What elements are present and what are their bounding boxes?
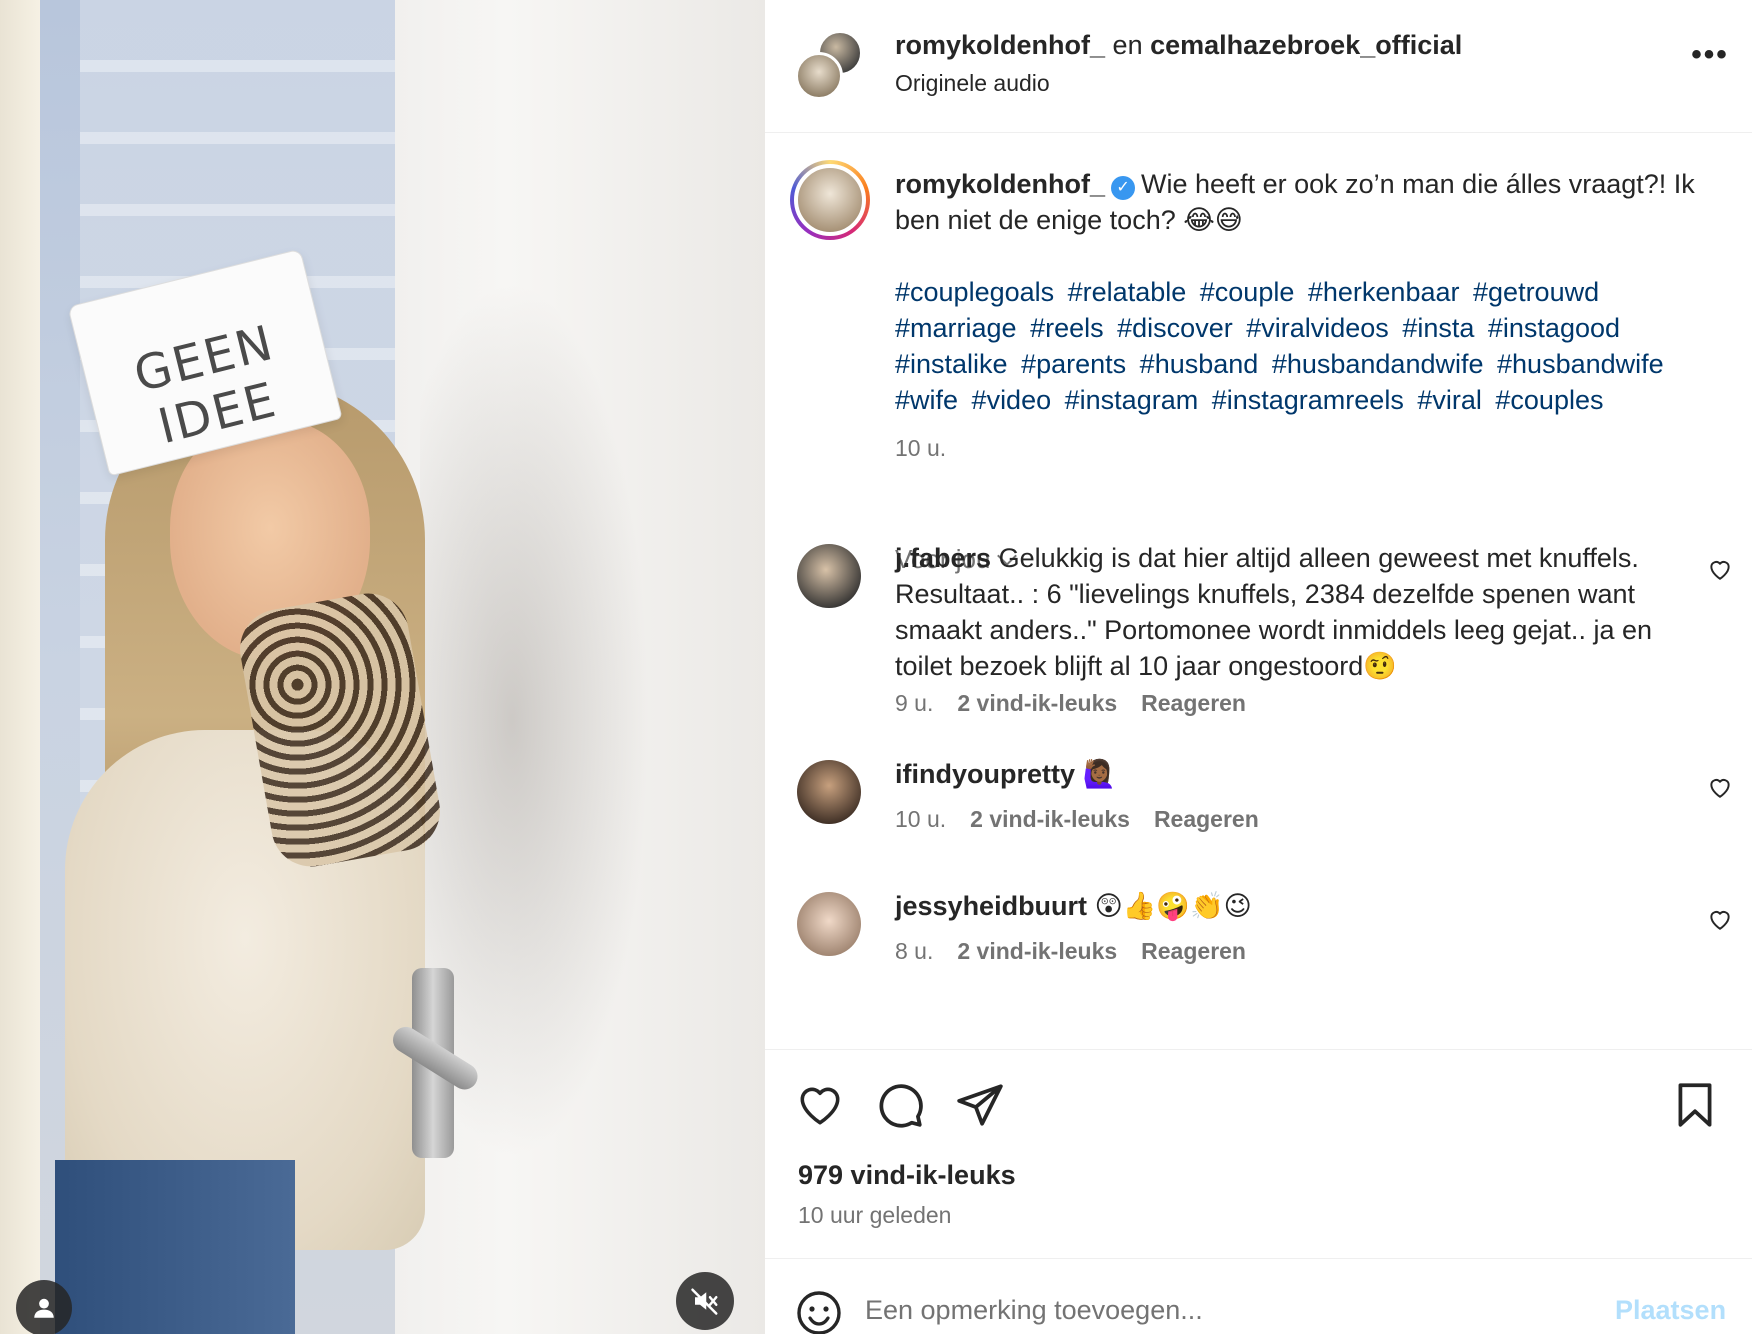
avatar (795, 52, 843, 100)
hashtag-link[interactable]: #couples (1495, 385, 1603, 415)
comment-likes[interactable]: 2 vind-ik-leuks (970, 806, 1130, 833)
post-actions: 979 vind-ik-leuks 10 uur geleden (765, 1049, 1752, 1259)
comment-text: 🙋🏾‍♀️ (1082, 759, 1117, 789)
comment-time: 10 u. (895, 806, 947, 832)
post-panel: romykoldenhof_ en cemalhazebroek_officia… (765, 0, 1752, 1334)
comment-username[interactable]: j.fabers (895, 543, 991, 573)
hashtag-link[interactable]: #viralvideos (1246, 313, 1389, 343)
comments-scroll-area[interactable]: romykoldenhof_ ✓ Wie heeft er ook zo’n man… (765, 134, 1752, 1049)
comment-meta: 10 u. 2 vind-ik-leuks Reageren (895, 806, 1259, 833)
hashtag-link[interactable]: #insta (1402, 313, 1474, 343)
hashtag-link[interactable]: #instalike (895, 349, 1008, 379)
hashtag-link[interactable]: #instagood (1488, 313, 1620, 343)
reply-button[interactable]: Reageren (1154, 806, 1259, 833)
comment-like-icon[interactable] (1707, 774, 1733, 800)
hashtag-link[interactable]: #discover (1117, 313, 1233, 343)
hashtag-link[interactable]: #marriage (895, 313, 1017, 343)
story-ring-avatar[interactable] (790, 160, 870, 240)
comment-username[interactable]: jessyheidbuurt (895, 891, 1087, 921)
comment-time: 9 u. (895, 690, 934, 716)
more-options-button[interactable]: ••• (1685, 40, 1735, 80)
audio-link[interactable]: Originele audio (895, 70, 1050, 97)
comment-composer: Plaatsen (765, 1258, 1752, 1334)
collab-avatars[interactable] (795, 30, 865, 100)
hashtag-link[interactable]: #couplegoals (895, 277, 1054, 307)
door-shadow (420, 280, 650, 1160)
comment-icon[interactable] (875, 1080, 925, 1130)
post-timestamp: 10 uur geleden (798, 1202, 952, 1228)
comment-likes[interactable]: 2 vind-ik-leuks (957, 938, 1117, 965)
comment-meta: 9 u. 2 vind-ik-leuks Reageren (895, 690, 1246, 717)
post-comment-button[interactable]: Plaatsen (1615, 1295, 1726, 1326)
hashtag-link[interactable]: #instagramreels (1212, 385, 1404, 415)
hashtag-link[interactable]: #herkenbaar (1308, 277, 1460, 307)
comment-time: 8 u. (895, 938, 934, 964)
mute-toggle-button[interactable] (676, 1272, 734, 1330)
comment-meta: 8 u. 2 vind-ik-leuks Reageren (895, 938, 1246, 965)
hashtag-list: #couplegoals #relatable #couple #herkenb… (895, 274, 1725, 418)
commenter-avatar[interactable] (797, 760, 861, 824)
hashtag-link[interactable]: #husband (1140, 349, 1259, 379)
hashtag-link[interactable]: #wife (895, 385, 958, 415)
hashtag-link[interactable]: #relatable (1068, 277, 1187, 307)
hashtag-link[interactable]: #husbandandwife (1272, 349, 1484, 379)
share-icon[interactable] (955, 1080, 1005, 1130)
comment-like-icon[interactable] (1707, 906, 1733, 932)
hashtag-link[interactable]: #husbandwife (1497, 349, 1664, 379)
hashtag-link[interactable]: #instagram (1065, 385, 1199, 415)
comment-username[interactable]: ifindyoupretty (895, 759, 1075, 789)
user-icon (34, 1298, 54, 1318)
author-separator: en (1112, 30, 1143, 60)
reply-button[interactable]: Reageren (1141, 690, 1246, 717)
reel-video[interactable]: GEEN IDEE (0, 0, 765, 1334)
speaker-muted-icon (691, 1288, 718, 1315)
comment-like-icon[interactable] (1707, 556, 1733, 582)
comment-likes[interactable]: 2 vind-ik-leuks (957, 690, 1117, 717)
verified-badge-icon: ✓ (1111, 176, 1136, 200)
reply-button[interactable]: Reageren (1141, 938, 1246, 965)
caption-username[interactable]: romykoldenhof_ (895, 169, 1105, 199)
hashtag-link[interactable]: #couple (1200, 277, 1295, 307)
heart-icon[interactable] (795, 1080, 845, 1130)
author-link[interactable]: cemalhazebroek_official (1150, 30, 1462, 60)
bookmark-icon[interactable] (1670, 1080, 1720, 1130)
hashtag-link[interactable]: #parents (1021, 349, 1126, 379)
hashtag-link[interactable]: #viral (1417, 385, 1482, 415)
avatar (794, 164, 866, 236)
hashtag-link[interactable]: #video (972, 385, 1052, 415)
post-header: romykoldenhof_ en cemalhazebroek_officia… (765, 0, 1752, 133)
post-authors: romykoldenhof_ en cemalhazebroek_officia… (895, 30, 1462, 61)
tagged-users-button[interactable] (16, 1280, 72, 1334)
author-link[interactable]: romykoldenhof_ (895, 30, 1105, 60)
like-count[interactable]: 979 vind-ik-leuks (798, 1160, 1016, 1191)
caption-time: 10 u. (895, 435, 947, 461)
commenter-avatar[interactable] (797, 544, 861, 608)
commenter-avatar[interactable] (797, 892, 861, 956)
comment-text: 😲👍🤪👏😉 (1094, 891, 1252, 921)
comment-text: Gelukkig is dat hier altijd alleen gewee… (895, 543, 1652, 681)
hashtag-link[interactable]: #getrouwd (1473, 277, 1599, 307)
door-frame (0, 0, 40, 1334)
emoji-icon[interactable] (795, 1289, 843, 1334)
comment-input[interactable] (865, 1285, 1565, 1334)
hashtag-link[interactable]: #reels (1030, 313, 1104, 343)
